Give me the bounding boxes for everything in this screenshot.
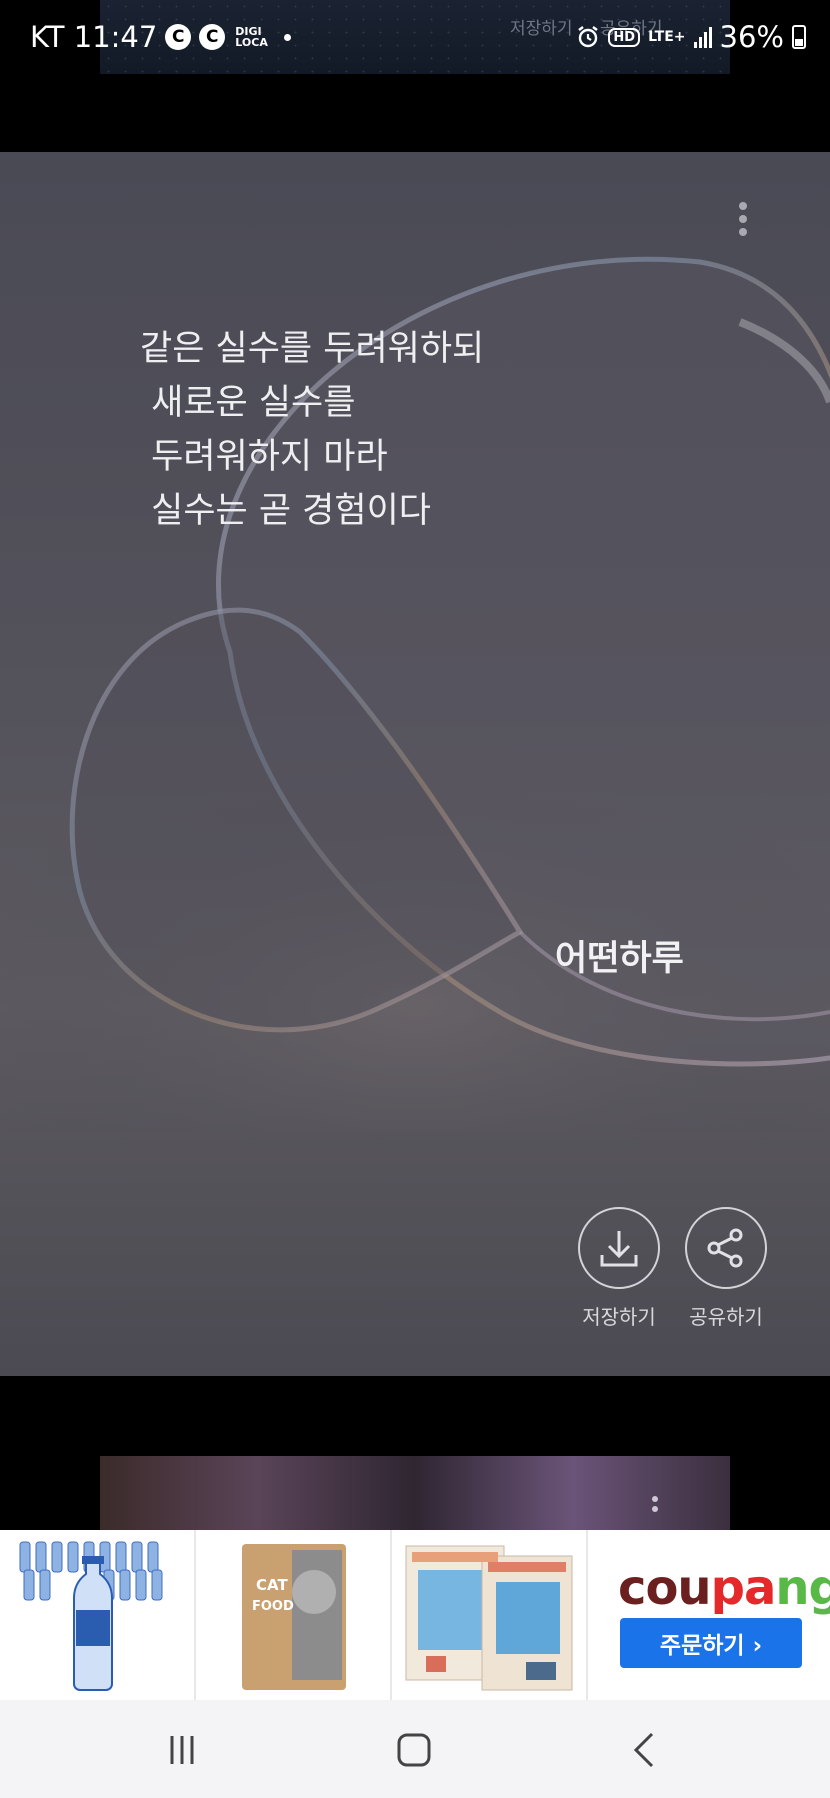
brand-signature: 어떤하루	[555, 939, 684, 979]
share-circle[interactable]	[685, 1207, 767, 1289]
share-icon	[707, 1228, 743, 1268]
loca-text: LOCA	[235, 36, 268, 49]
more-notifications-dot	[283, 33, 291, 41]
carrier-time: KT 11:47	[30, 20, 158, 54]
save-button[interactable]: 저장하기	[564, 1207, 674, 1330]
quote-card[interactable]: 같은 실수를 두려워하되 새로운 실수를 두려워하지 마라 실수는 곧 경험이다…	[0, 152, 830, 1376]
ad-product-puzzle[interactable]	[392, 1530, 588, 1700]
share-button[interactable]: 공유하기	[671, 1207, 781, 1330]
coupang-logo: coupang	[618, 1560, 830, 1616]
ad-product-water[interactable]	[0, 1530, 196, 1700]
next-card-peek[interactable]	[100, 1456, 730, 1530]
save-circle[interactable]	[578, 1207, 660, 1289]
quote-line: 두려워하지 마라	[140, 437, 388, 477]
cat-food-bag-image: CAT FOOD	[242, 1544, 346, 1690]
recent-apps-icon[interactable]	[162, 1730, 202, 1770]
back-icon[interactable]	[626, 1730, 666, 1770]
quote-line: 같은 실수를 두려워하되	[140, 329, 485, 369]
coupang-logo-part: pa	[710, 1560, 777, 1616]
battery-percent: 36%	[719, 20, 784, 54]
signal-icon	[693, 26, 712, 48]
more-options-icon[interactable]	[736, 202, 750, 242]
puzzle-box-image	[405, 1545, 573, 1691]
alarm-icon	[578, 26, 599, 48]
ad-product-cat-food[interactable]: CAT FOOD	[196, 1530, 392, 1700]
status-bar: 저장하기 공유하기 KT 11:47 C C DIGI LOCA HD LTE+…	[0, 0, 830, 80]
c-notification-icon-2: C	[199, 24, 226, 50]
next-card-more-icon[interactable]	[652, 1496, 658, 1516]
c-notification-icon: C	[165, 24, 192, 50]
battery-icon	[792, 25, 806, 49]
order-button[interactable]: 주문하기 ›	[620, 1618, 802, 1668]
coupang-logo-part: cou	[618, 1560, 712, 1616]
lte-icon: LTE+	[648, 29, 686, 45]
hd-voice-icon: HD	[608, 27, 641, 47]
quote-line: 새로운 실수를	[140, 383, 356, 423]
quote-text: 같은 실수를 두려워하되 새로운 실수를 두려워하지 마라 실수는 곧 경험이다	[140, 322, 484, 538]
svg-text:FOOD: FOOD	[252, 1599, 294, 1614]
coupang-ad[interactable]: coupang 주문하기 ›	[588, 1530, 830, 1700]
home-icon[interactable]	[394, 1730, 434, 1770]
quote-line: 실수는 곧 경험이다	[140, 491, 431, 531]
ad-banner[interactable]: CAT FOOD coupang 주문하기 ›	[0, 1530, 830, 1700]
water-bottles-image	[19, 1541, 163, 1691]
ghost-save-label: 저장하기	[510, 19, 573, 39]
save-label: 저장하기	[582, 1305, 656, 1329]
digiloca-icon: DIGI LOCA	[235, 26, 268, 48]
coupang-logo-part: ng	[775, 1560, 830, 1616]
download-icon	[600, 1231, 638, 1267]
navigation-bar	[0, 1700, 830, 1798]
svg-text:CAT: CAT	[256, 1576, 288, 1594]
share-label: 공유하기	[689, 1305, 763, 1329]
